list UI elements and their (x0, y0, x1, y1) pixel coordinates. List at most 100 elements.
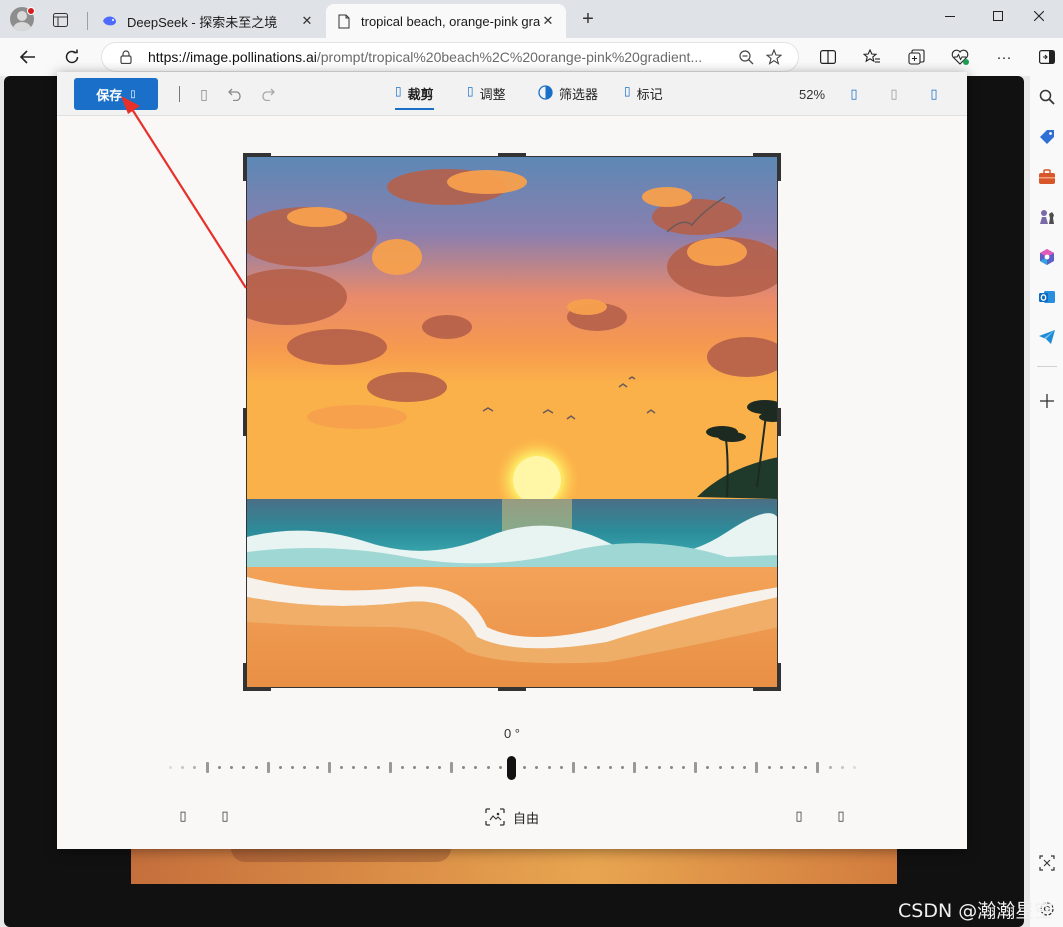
split-screen-icon[interactable] (817, 46, 839, 68)
rotation-tick (474, 766, 477, 769)
rotation-slider-knob[interactable] (507, 756, 516, 780)
address-bar[interactable]: https://image.pollinations.ai/prompt/tro… (101, 42, 799, 72)
crop-handle-right-middle[interactable] (777, 408, 781, 436)
rotation-tick (193, 766, 196, 769)
collections-icon[interactable] (905, 46, 927, 68)
tab-separator (87, 12, 88, 30)
send-telegram-icon[interactable] (1036, 326, 1058, 348)
back-button[interactable] (14, 43, 42, 71)
undo-icon[interactable] (225, 84, 245, 104)
aspect-ratio-button[interactable]: 自由 (485, 806, 539, 828)
crop-region[interactable] (243, 153, 781, 691)
add-icon[interactable] (1036, 390, 1058, 412)
rotation-tick (682, 766, 685, 769)
rotation-tick (804, 766, 807, 769)
rotation-tick (242, 766, 245, 769)
search-icon[interactable] (1036, 86, 1058, 108)
browser-essentials-icon[interactable] (949, 46, 971, 68)
navigation-bar: https://image.pollinations.ai/prompt/tro… (0, 38, 1063, 76)
rotation-tick (670, 766, 673, 769)
crop-handle-top-left[interactable] (243, 153, 271, 157)
rotation-tick (426, 766, 429, 769)
new-tab-button[interactable]: + (576, 8, 600, 30)
rotation-tick (719, 766, 722, 769)
rotate-left-icon[interactable]: ▯ (174, 807, 192, 825)
rotation-tick (584, 766, 587, 769)
close-tab-icon[interactable]: ✕ (540, 13, 556, 29)
save-button[interactable]: 保存 ▯ (74, 78, 158, 110)
fit-to-window-icon[interactable]: ▯ (925, 85, 943, 103)
redo-icon[interactable] (257, 84, 277, 104)
crop-handle-left-middle[interactable] (243, 408, 247, 436)
rotation-slider[interactable] (169, 756, 856, 780)
tab-actions-icon[interactable] (46, 6, 74, 34)
rotation-tick (316, 766, 319, 769)
zoom-out-icon[interactable]: ▯ (885, 85, 903, 103)
rotation-tick (523, 766, 526, 769)
crop-handle-bottom-middle[interactable] (498, 687, 526, 691)
tab-filters[interactable]: 筛选器 (538, 84, 598, 110)
rotation-tick (609, 766, 612, 769)
flip-horizontal-icon[interactable]: ▯ (216, 807, 234, 825)
crop-handle-top-middle[interactable] (498, 153, 526, 157)
rotation-tick (364, 766, 367, 769)
tab-markup[interactable]: ▯ 标记 (624, 84, 663, 110)
favorites-icon[interactable] (861, 46, 883, 68)
rotation-tick (218, 766, 221, 769)
background-image-peek (131, 848, 897, 884)
rotation-tick (169, 766, 172, 769)
refresh-button[interactable] (58, 43, 86, 71)
tab-crop[interactable]: ▯ 裁剪 (395, 84, 434, 110)
lock-icon[interactable] (118, 50, 134, 64)
rotation-major-tick (267, 762, 270, 773)
tab-deepseek[interactable]: DeepSeek - 探索未至之境 ✕ (92, 4, 325, 38)
tab-title: DeepSeek - 探索未至之境 (127, 14, 278, 30)
games-chess-icon[interactable] (1036, 206, 1058, 228)
rotation-value: 0 ° (503, 726, 521, 741)
crop-handle-top-right-v[interactable] (777, 153, 781, 181)
rotation-tick (792, 766, 795, 769)
url-text: https://image.pollinations.ai/prompt/tro… (148, 49, 732, 65)
rotation-tick (731, 766, 734, 769)
save-dropdown-icon[interactable]: ▯ (130, 89, 136, 100)
zoom-in-icon[interactable]: ▯ (845, 85, 863, 103)
favorite-star-icon[interactable] (760, 49, 788, 65)
rotation-tick (438, 766, 441, 769)
reset-icon[interactable]: ▯ (194, 84, 214, 104)
crop-handle-bottom-left-v[interactable] (243, 663, 247, 691)
tab-title: tropical beach, orange-pink gradient (361, 13, 540, 29)
zoom-out-icon[interactable] (732, 49, 760, 65)
microsoft-365-icon[interactable] (1036, 246, 1058, 268)
crop-handle-bottom-left[interactable] (243, 687, 271, 691)
outlook-icon[interactable] (1036, 286, 1058, 308)
rotation-tick (621, 766, 624, 769)
minimize-button[interactable] (926, 2, 974, 30)
deepseek-whale-icon (102, 13, 118, 29)
more-options-icon[interactable]: ··· (993, 46, 1015, 68)
sidebar-divider (1037, 366, 1057, 367)
rotation-tick (853, 766, 856, 769)
rotation-tick (279, 766, 282, 769)
rotation-tick (841, 766, 844, 769)
sidebar-toggle-icon[interactable] (1036, 46, 1058, 68)
tools-briefcase-icon[interactable] (1036, 166, 1058, 188)
crop-handle-top-left-v[interactable] (243, 153, 247, 181)
crop-handle-bottom-right-v[interactable] (777, 663, 781, 691)
aspect-ratio-label: 自由 (513, 811, 540, 827)
tab-tropical-beach[interactable]: tropical beach, orange-pink gradient ✕ (326, 4, 566, 38)
close-window-button[interactable] (1015, 2, 1063, 30)
markup-icon: ▯ (624, 84, 631, 98)
rotation-tick (768, 766, 771, 769)
rotation-tick (829, 766, 832, 769)
tab-adjust[interactable]: ▯ 调整 (467, 84, 506, 110)
flip-vertical-icon[interactable]: ▯ (790, 807, 808, 825)
rotation-tick (413, 766, 416, 769)
screenshot-icon[interactable] (1036, 852, 1058, 874)
rotation-major-tick (450, 762, 453, 773)
close-tab-icon[interactable]: ✕ (299, 13, 315, 29)
tab-strip: DeepSeek - 探索未至之境 ✕ tropical beach, oran… (0, 0, 1063, 38)
crop-icon: ▯ (395, 84, 402, 98)
shopping-tag-icon[interactable] (1036, 126, 1058, 148)
rotate-right-icon[interactable]: ▯ (832, 807, 850, 825)
rotation-tick (487, 766, 490, 769)
